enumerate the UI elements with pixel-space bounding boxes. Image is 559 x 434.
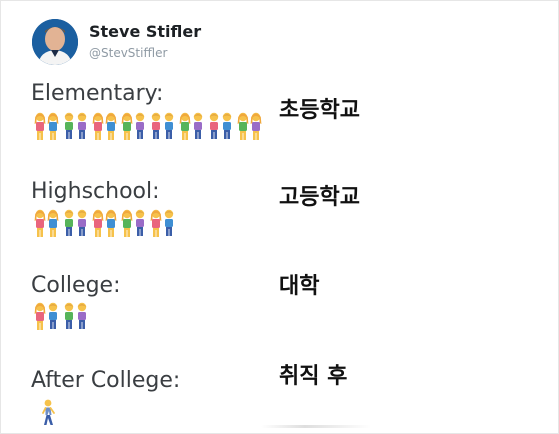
people-pair-emoji-icon [92, 112, 117, 140]
people-pair-emoji-icon [179, 112, 203, 140]
people-pair-emoji-icon [92, 209, 117, 237]
faint-underline [261, 425, 371, 428]
people-pair-emoji-icon [34, 112, 59, 140]
people-pair-emoji-icon [64, 302, 87, 329]
section-label-elementary: Elementary: [31, 81, 164, 106]
tweet-card: Steve Stifler @StevStiffler Elementary: … [0, 0, 559, 434]
emoji-row-college [34, 301, 92, 331]
people-pair-emoji-icon [121, 112, 145, 140]
people-pair-emoji-icon [34, 302, 58, 330]
avatar[interactable] [32, 19, 78, 65]
author-name[interactable]: Steve Stifler [89, 22, 201, 41]
emoji-row-elementary [34, 111, 266, 141]
profile-photo-icon [32, 19, 78, 65]
people-pair-emoji-icon [150, 209, 174, 237]
korean-caption-elementary: 초등학교 [279, 98, 360, 123]
emoji-row-highschool [34, 208, 179, 238]
people-pair-emoji-icon [64, 112, 87, 139]
korean-caption-highschool: 고등학교 [279, 185, 360, 210]
korean-caption-after-college: 취직 후 [279, 364, 348, 389]
section-label-highschool: Highschool: [31, 179, 160, 204]
people-pair-emoji-icon [121, 209, 145, 237]
section-label-college: College: [31, 273, 121, 298]
people-pair-emoji-icon [34, 209, 59, 237]
section-label-after-college: After College: [31, 368, 181, 393]
author-handle[interactable]: @StevStiffler [89, 46, 167, 60]
walking-man-icon [42, 399, 55, 425]
people-pair-emoji-icon [64, 209, 87, 236]
people-pair-emoji-icon [209, 112, 232, 139]
people-pair-emoji-icon [237, 112, 262, 140]
people-pair-emoji-icon [151, 112, 174, 139]
korean-caption-college: 대학 [279, 274, 320, 299]
